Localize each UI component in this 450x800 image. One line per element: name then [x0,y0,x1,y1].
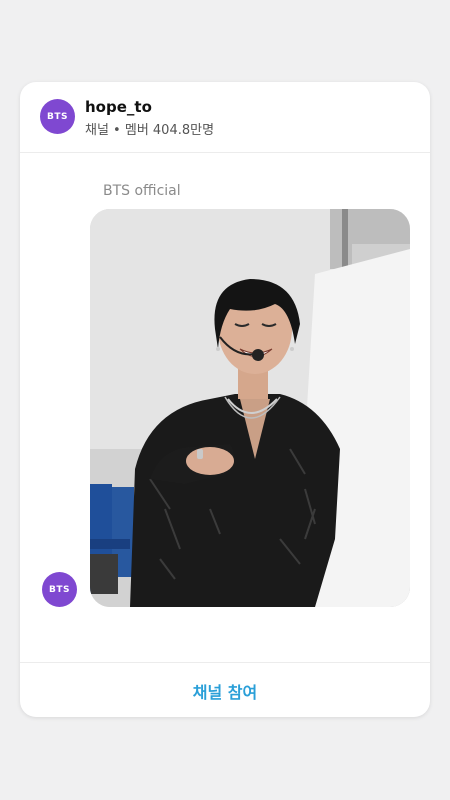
card-footer: 채널 참여 [20,662,430,717]
message-photo[interactable] [90,209,410,607]
channel-meta: 채널 • 멤버 404.8만명 [85,123,215,138]
channel-card: BTS hope_to 채널 • 멤버 404.8만명 BTS official [20,82,430,717]
channel-header[interactable]: BTS hope_to 채널 • 멤버 404.8만명 [20,82,430,153]
channel-avatar[interactable]: BTS [40,99,75,134]
sender-avatar[interactable]: BTS [42,572,77,607]
sender-name: BTS official [103,183,181,199]
photo-icon [90,209,410,607]
screen: BTS hope_to 채널 • 멤버 404.8만명 BTS official [0,0,450,800]
join-channel-button[interactable]: 채널 참여 [173,671,277,711]
channel-name: hope_to [85,98,152,116]
